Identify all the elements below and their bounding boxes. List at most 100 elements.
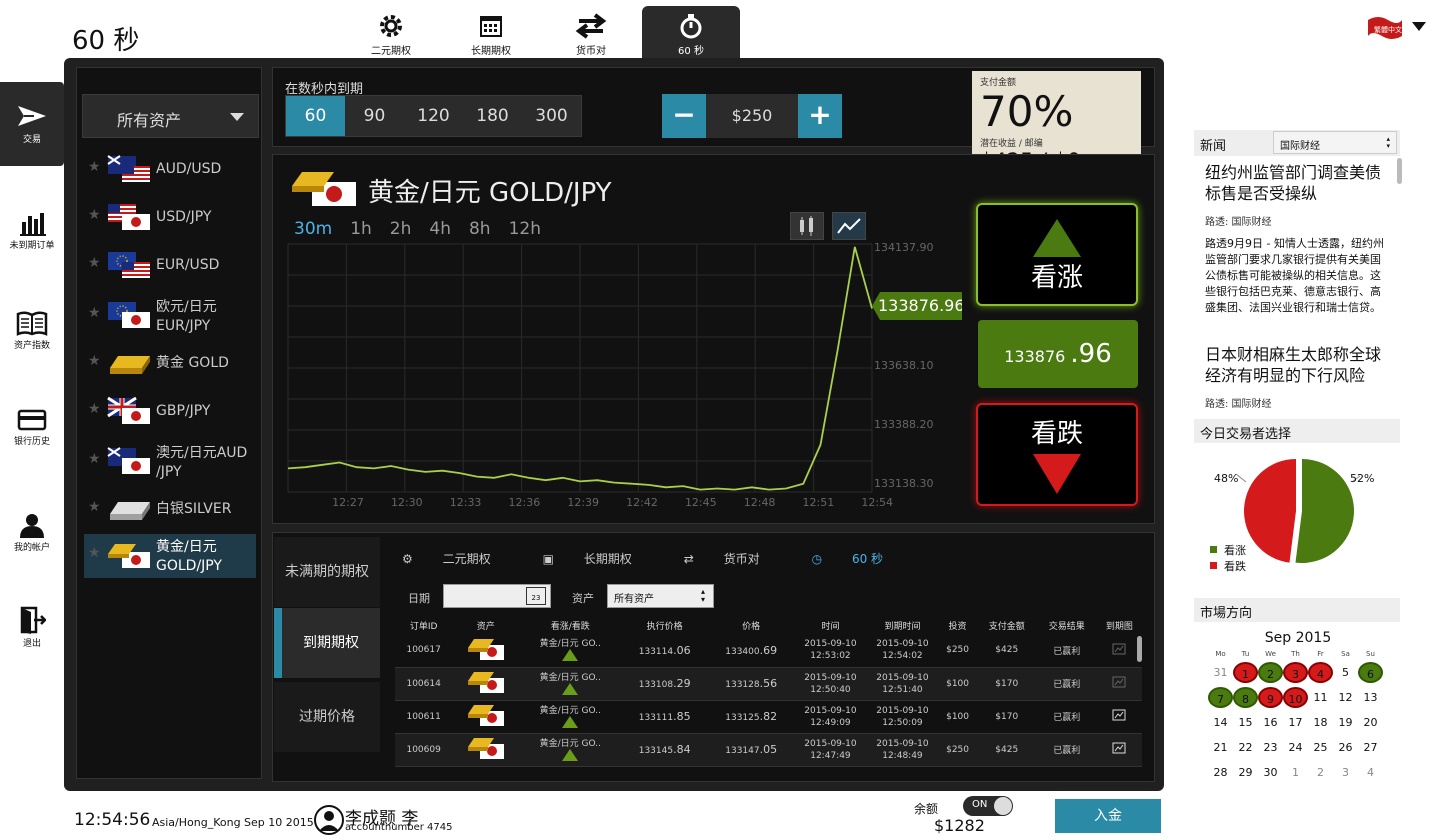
expiry-chart-cell[interactable] bbox=[1096, 634, 1142, 668]
top-tab-60s[interactable]: 60 秒 bbox=[642, 6, 740, 60]
asset-item[interactable]: ★ GBP/JPY bbox=[84, 390, 256, 434]
nav-trade[interactable]: 交易 bbox=[0, 82, 64, 166]
expiry-option[interactable]: 180 bbox=[463, 96, 522, 136]
order-tab-pairs[interactable]: ⇄ 货币对 bbox=[684, 550, 786, 567]
calendar-day[interactable]: 3 bbox=[1333, 762, 1358, 783]
deposit-button[interactable]: 入金 bbox=[1055, 799, 1161, 833]
nav-open-orders[interactable]: 未到期订单 bbox=[0, 210, 64, 251]
table-row[interactable]: 100609 黄金/日元 GO.. 133145.84 133147.05 20… bbox=[395, 733, 1142, 767]
mini-chart-icon[interactable] bbox=[1112, 676, 1126, 688]
calendar-day[interactable]: 21 bbox=[1208, 737, 1233, 758]
calendar-day[interactable]: 18 bbox=[1308, 712, 1333, 733]
star-icon[interactable]: ★ bbox=[88, 451, 101, 467]
asset-item[interactable]: ★ 欧元/日元 EUR/JPY bbox=[84, 294, 256, 338]
expiry-option[interactable]: 120 bbox=[404, 96, 463, 136]
amount-value[interactable]: $250 bbox=[706, 94, 798, 138]
asset-item[interactable]: ★ USD/JPY bbox=[84, 196, 256, 240]
news-headline[interactable]: 纽约州监管部门调查美债标售是否受操纵 bbox=[1205, 162, 1395, 204]
calendar-day[interactable]: 4 bbox=[1308, 662, 1333, 683]
calendar-day[interactable]: 24 bbox=[1283, 737, 1308, 758]
calendar-day[interactable]: 7 bbox=[1208, 687, 1233, 708]
top-tab-long[interactable]: 长期期权 bbox=[442, 12, 540, 60]
avatar-icon[interactable] bbox=[314, 804, 344, 836]
timeframe-tab[interactable]: 4h bbox=[429, 219, 451, 239]
calendar-day[interactable]: 4 bbox=[1358, 762, 1383, 783]
mini-chart-icon[interactable] bbox=[1112, 643, 1126, 655]
nav-my-account[interactable]: 我的帐户 bbox=[0, 512, 64, 553]
asset-item[interactable]: ★ 白银SILVER bbox=[84, 488, 256, 532]
news-item[interactable]: 日本财相麻生太郎称全球经济有明显的下行风险 路透: 国际财经 bbox=[1205, 344, 1395, 415]
calendar-day[interactable]: 3 bbox=[1283, 662, 1308, 683]
expired-options-tab[interactable]: 到期期权 bbox=[274, 608, 380, 678]
language-dropdown-icon[interactable] bbox=[1412, 22, 1426, 31]
timeframe-tab[interactable]: 1h bbox=[350, 219, 372, 239]
line-view-button[interactable] bbox=[832, 212, 866, 240]
news-filter-select[interactable]: 国际财经 ▴ ▾ bbox=[1273, 131, 1397, 154]
asset-item[interactable]: ★ 澳元/日元AUD /JPY bbox=[84, 440, 256, 484]
language-flag[interactable]: 繁體中文 bbox=[1366, 14, 1404, 40]
calendar-day[interactable]: 15 bbox=[1233, 712, 1258, 733]
expiry-option[interactable]: 300 bbox=[522, 96, 581, 136]
news-headline[interactable]: 日本财相麻生太郎称全球经济有明显的下行风险 bbox=[1205, 344, 1395, 386]
date-filter-input[interactable]: 23 bbox=[443, 584, 551, 608]
timeframe-tab[interactable]: 30m bbox=[294, 219, 332, 239]
mini-chart-icon[interactable] bbox=[1112, 742, 1126, 754]
asset-item[interactable]: ★ EUR/USD bbox=[84, 244, 256, 288]
table-scrollbar[interactable] bbox=[1137, 636, 1142, 662]
top-tab-pairs[interactable]: 货币对 bbox=[542, 12, 640, 60]
table-row[interactable]: 100617 黄金/日元 GO.. 133114.06 133400.69 20… bbox=[395, 634, 1142, 668]
star-icon[interactable]: ★ bbox=[88, 353, 101, 369]
calendar-day[interactable]: 8 bbox=[1233, 687, 1258, 708]
asset-item-selected[interactable]: ★ 黄金/日元 GOLD/JPY bbox=[84, 534, 256, 578]
asset-item[interactable]: ★ 黄金 GOLD bbox=[84, 342, 256, 386]
order-tab-60s[interactable]: ◷ 60 秒 bbox=[812, 550, 909, 567]
nav-exit[interactable]: 退出 bbox=[0, 606, 64, 649]
calendar-day[interactable]: 1 bbox=[1283, 762, 1308, 783]
order-tab-binary[interactable]: ⚙ 二元期权 bbox=[402, 550, 517, 567]
open-options-tab[interactable]: 未满期的期权 bbox=[274, 537, 380, 607]
minus-button[interactable]: − bbox=[662, 94, 706, 138]
calendar-day[interactable]: 6 bbox=[1358, 662, 1383, 683]
star-icon[interactable]: ★ bbox=[88, 159, 101, 175]
expiry-chart-cell[interactable] bbox=[1096, 733, 1142, 767]
star-icon[interactable]: ★ bbox=[88, 499, 101, 515]
calendar-day[interactable]: 25 bbox=[1308, 737, 1333, 758]
calendar-day[interactable]: 22 bbox=[1233, 737, 1258, 758]
star-icon[interactable]: ★ bbox=[88, 305, 101, 321]
calendar-day[interactable]: 28 bbox=[1208, 762, 1233, 783]
expiry-chart-cell[interactable] bbox=[1096, 700, 1142, 734]
timeframe-tab[interactable]: 2h bbox=[390, 219, 412, 239]
call-button[interactable]: 看涨 bbox=[976, 203, 1138, 306]
star-icon[interactable]: ★ bbox=[88, 255, 101, 271]
calendar-day[interactable]: 27 bbox=[1358, 737, 1383, 758]
calendar-day[interactable]: 2 bbox=[1258, 662, 1283, 683]
table-row[interactable]: 100614 黄金/日元 GO.. 133108.29 133128.56 20… bbox=[395, 667, 1142, 701]
expired-prices-tab[interactable]: 过期价格 bbox=[274, 682, 380, 752]
expiry-option[interactable]: 60 bbox=[286, 96, 345, 136]
timeframe-tab[interactable]: 12h bbox=[509, 219, 541, 239]
asset-item[interactable]: ★ AUD/USD bbox=[84, 148, 256, 192]
calendar-day[interactable]: 30 bbox=[1258, 762, 1283, 783]
expiry-option[interactable]: 90 bbox=[345, 96, 404, 136]
calendar-day[interactable]: 20 bbox=[1358, 712, 1383, 733]
star-icon[interactable]: ★ bbox=[88, 207, 101, 223]
candlestick-view-button[interactable] bbox=[790, 212, 824, 240]
calendar-day[interactable]: 19 bbox=[1333, 712, 1358, 733]
calendar-day[interactable]: 12 bbox=[1333, 687, 1358, 708]
calendar-day[interactable]: 1 bbox=[1233, 662, 1258, 683]
asset-filter-dropdown[interactable]: 所有资产 ▴ ▾ bbox=[607, 584, 714, 608]
top-tab-binary[interactable]: 二元期权 bbox=[342, 12, 440, 60]
nav-bank-history[interactable]: 银行历史 bbox=[0, 408, 64, 447]
calendar-day[interactable]: 5 bbox=[1333, 662, 1358, 683]
star-icon[interactable]: ★ bbox=[88, 545, 101, 561]
star-icon[interactable]: ★ bbox=[88, 401, 101, 417]
calendar-day[interactable]: 13 bbox=[1358, 687, 1383, 708]
news-item[interactable]: 纽约州监管部门调查美债标售是否受操纵 路透: 国际财经 bbox=[1205, 162, 1395, 233]
order-tab-long[interactable]: ▣ 长期期权 bbox=[543, 550, 658, 567]
calendar-day[interactable]: 16 bbox=[1258, 712, 1283, 733]
asset-filter-select[interactable]: 所有资产 bbox=[82, 94, 259, 138]
calendar-day[interactable]: 9 bbox=[1258, 687, 1283, 708]
put-button[interactable]: 看跌 bbox=[976, 403, 1138, 506]
plus-button[interactable]: + bbox=[798, 94, 842, 138]
calendar-day[interactable]: 29 bbox=[1233, 762, 1258, 783]
